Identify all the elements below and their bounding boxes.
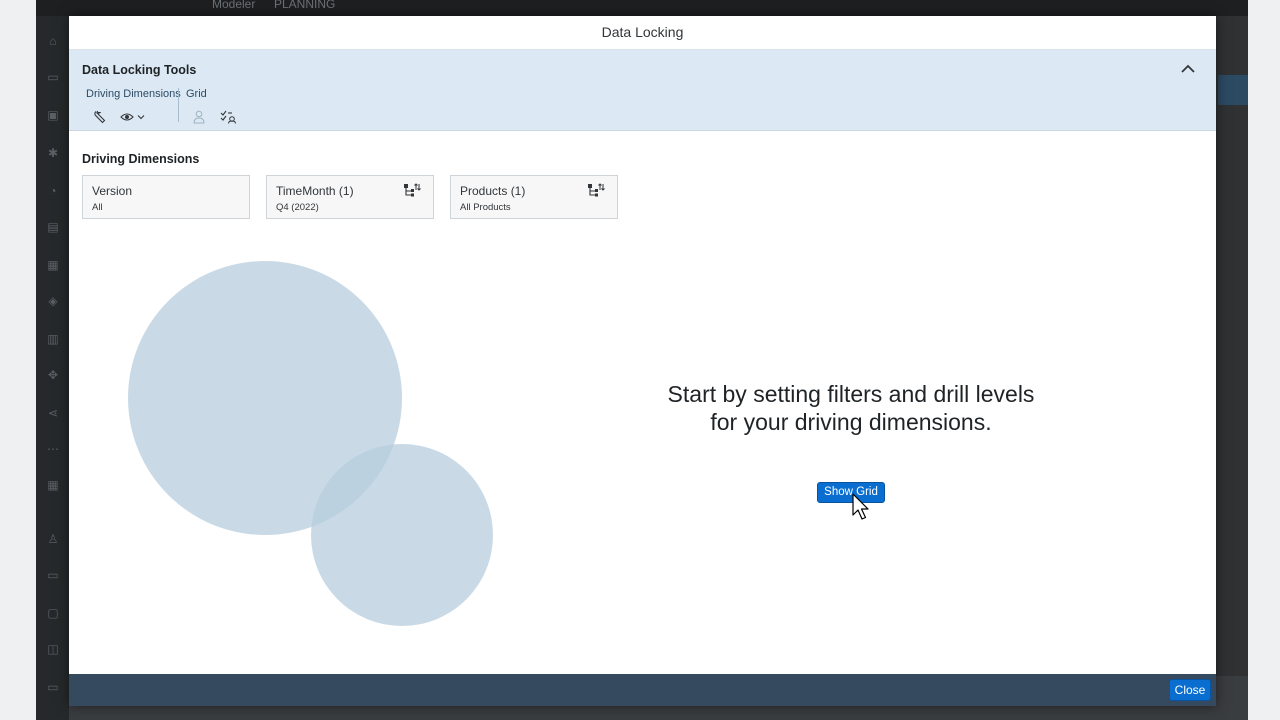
dimension-tile-version[interactable]: Version All xyxy=(82,175,250,219)
explore-icon: ◔ xyxy=(49,184,57,198)
connections-icon: ✥ xyxy=(47,368,59,382)
shell-app-title: Modeler xyxy=(212,0,256,11)
dimension-name: Version xyxy=(92,184,133,198)
show-lock-grid-button[interactable] xyxy=(220,108,237,126)
chevron-down-icon xyxy=(137,115,145,120)
mouse-pointer-icon xyxy=(852,493,869,520)
background-panel-accent xyxy=(1218,75,1248,105)
dialog-title: Data Locking xyxy=(601,24,684,40)
assign-owner-button[interactable] xyxy=(193,108,205,126)
lock-icon: ▢ xyxy=(47,606,59,620)
empty-state-line-2: for your driving dimensions. xyxy=(710,409,992,435)
drill-hierarchy-icon[interactable] xyxy=(587,183,605,199)
shell-section-title: PLANNING xyxy=(274,0,336,11)
tools-title: Data Locking Tools xyxy=(82,63,197,77)
dimension-tile-timemonth[interactable]: TimeMonth (1) Q4 (2022) xyxy=(266,175,434,219)
package-icon: ◫ xyxy=(47,642,59,656)
modeler-icon: ◈ xyxy=(48,294,58,308)
shell-bar: Modeler PLANNING xyxy=(36,0,1248,16)
driving-dimensions-title: Driving Dimensions xyxy=(82,152,200,166)
system-icon: ▭ xyxy=(47,680,59,694)
group-label-driving-dimensions: Driving Dimensions xyxy=(86,88,181,100)
data-locking-dialog: Data Locking Data Locking Tools Driving … xyxy=(69,16,1216,706)
group-label-grid: Grid xyxy=(186,88,207,100)
side-navigation: ⌂ ▭ ▣ ✱ ◔ ▤ ▦ ◈ ▥ ✥ ⋖ ⋯ ▦ ♙ ▭ ▢ ◫ ▭ xyxy=(36,16,69,720)
drill-hierarchy-icon[interactable] xyxy=(403,183,421,199)
window-frame xyxy=(1248,0,1280,720)
empty-state-message: Start by setting filters and drill level… xyxy=(589,380,1113,436)
empty-state-illustration xyxy=(128,261,493,626)
digital-boardroom-icon: ▤ xyxy=(47,220,59,234)
collapse-panel-icon[interactable] xyxy=(1180,61,1196,77)
dimension-value: All xyxy=(92,202,103,213)
dimension-value: All Products xyxy=(460,202,511,213)
user-icon: ♙ xyxy=(47,532,59,546)
home-icon: ⌂ xyxy=(49,34,57,48)
data-analyzer-icon: ▥ xyxy=(47,332,59,346)
files-icon: ▭ xyxy=(47,70,59,84)
more-icon: ⋯ xyxy=(47,442,59,456)
wrench-icon xyxy=(94,110,106,124)
configure-dimensions-button[interactable] xyxy=(93,108,107,126)
monitor-icon: ▭ xyxy=(47,568,59,582)
close-button[interactable]: Close xyxy=(1169,679,1211,701)
view-options-button[interactable] xyxy=(120,108,146,126)
dimension-name: TimeMonth (1) xyxy=(276,184,354,198)
table-icon: ▦ xyxy=(47,258,59,272)
small-circle xyxy=(311,444,493,626)
dialog-header: Data Locking xyxy=(69,16,1216,50)
share-icon: ⋖ xyxy=(47,406,59,420)
person-icon xyxy=(193,110,205,124)
empty-state-line-1: Start by setting filters and drill level… xyxy=(667,381,1035,407)
stories-icon: ▣ xyxy=(47,108,59,122)
dialog-footer: Close xyxy=(69,674,1216,706)
group-separator xyxy=(178,88,179,122)
analytics-icon: ✱ xyxy=(47,146,59,160)
eye-icon xyxy=(120,113,134,121)
grid-lock-icon xyxy=(220,110,236,124)
dimension-name: Products (1) xyxy=(460,184,526,198)
dimension-tile-products[interactable]: Products (1) All Products xyxy=(450,175,618,219)
data-locking-tools-panel: Data Locking Tools Driving Dimensions Gr… xyxy=(69,50,1216,131)
dimension-value: Q4 (2022) xyxy=(276,202,319,213)
calendar-icon: ▦ xyxy=(47,478,59,492)
